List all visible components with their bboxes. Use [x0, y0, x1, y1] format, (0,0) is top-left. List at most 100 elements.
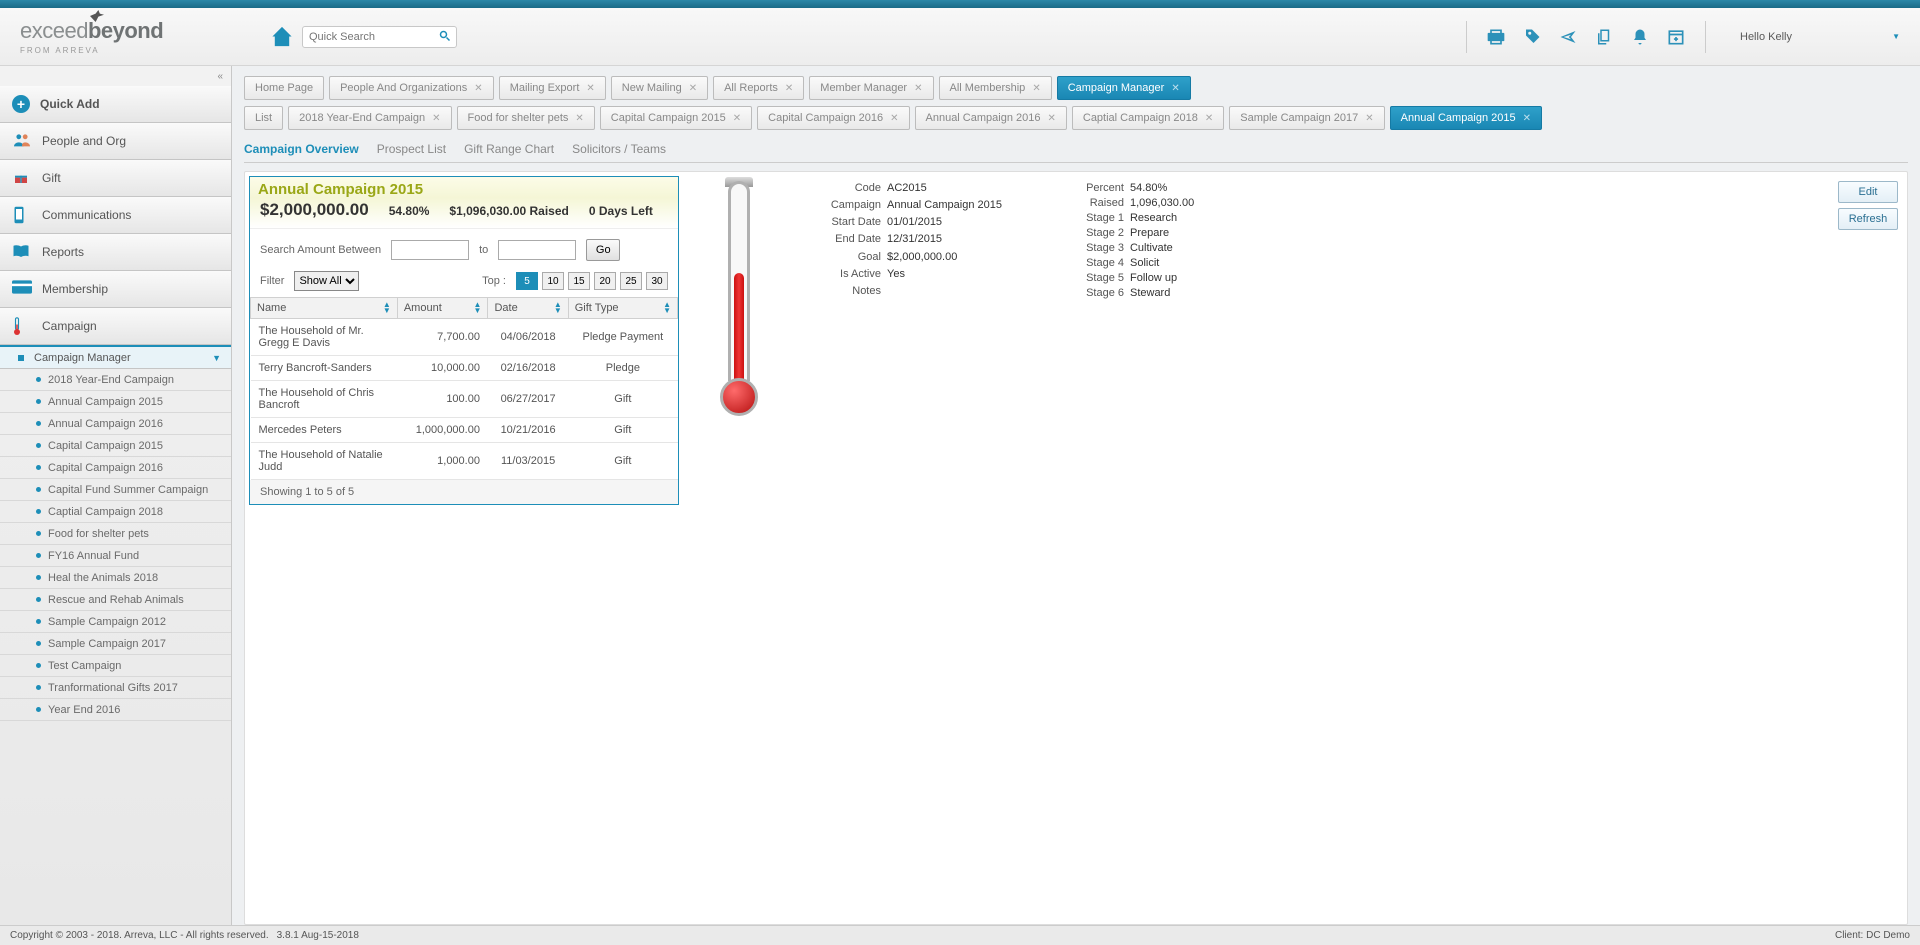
tab[interactable]: Home Page	[244, 76, 324, 100]
tab[interactable]: All Membership✕	[939, 76, 1052, 100]
tab[interactable]: List	[244, 106, 283, 130]
user-menu[interactable]: Hello Kelly ▼	[1740, 31, 1900, 43]
amount-from-input[interactable]	[391, 240, 469, 260]
edit-button[interactable]: Edit	[1838, 181, 1898, 203]
nav-people-org[interactable]: People and Org	[0, 123, 231, 160]
sidebar-subnav-item[interactable]: Sample Campaign 2017	[0, 633, 231, 655]
top-count-button[interactable]: 10	[542, 272, 564, 290]
close-icon[interactable]: ✕	[785, 83, 793, 94]
close-icon[interactable]: ✕	[586, 83, 594, 94]
close-icon[interactable]: ✕	[1047, 113, 1055, 124]
top-count-button[interactable]: 15	[568, 272, 590, 290]
collapse-sidebar-icon[interactable]: «	[0, 66, 231, 86]
column-header[interactable]: Name▲▼	[251, 298, 398, 319]
search-icon[interactable]	[439, 30, 451, 42]
amount-to-input[interactable]	[498, 240, 576, 260]
sidebar-subnav-item[interactable]: Tranformational Gifts 2017	[0, 677, 231, 699]
nav-gift[interactable]: Gift	[0, 160, 231, 197]
table-row[interactable]: The Household of Mr. Gregg E Davis7,700.…	[251, 319, 678, 356]
tab[interactable]: Member Manager✕	[809, 76, 933, 100]
nav-membership[interactable]: Membership	[0, 271, 231, 308]
tab[interactable]: Captial Campaign 2018✕	[1072, 106, 1224, 130]
inner-tab[interactable]: Solicitors / Teams	[572, 142, 666, 158]
refresh-button[interactable]: Refresh	[1838, 208, 1898, 230]
detail-key: End Date	[799, 233, 881, 247]
tab[interactable]: 2018 Year-End Campaign✕	[288, 106, 451, 130]
tab[interactable]: Mailing Export✕	[499, 76, 606, 100]
tab[interactable]: Food for shelter pets✕	[457, 106, 595, 130]
sidebar-subnav-item[interactable]: Capital Campaign 2015	[0, 435, 231, 457]
sidebar-subnav-item[interactable]: Rescue and Rehab Animals	[0, 589, 231, 611]
table-row[interactable]: Mercedes Peters1,000,000.0010/21/2016Gif…	[251, 418, 678, 443]
close-icon[interactable]: ✕	[575, 113, 583, 124]
close-icon[interactable]: ✕	[689, 83, 697, 94]
close-icon[interactable]: ✕	[474, 83, 482, 94]
close-icon[interactable]: ✕	[890, 113, 898, 124]
close-icon[interactable]: ✕	[1171, 83, 1179, 94]
sidebar-subnav-item[interactable]: Sample Campaign 2012	[0, 611, 231, 633]
sidebar-subnav-item[interactable]: Annual Campaign 2015	[0, 391, 231, 413]
filter-select[interactable]: Show All	[294, 271, 359, 291]
tab[interactable]: Annual Campaign 2016✕	[915, 106, 1067, 130]
tab[interactable]: Sample Campaign 2017✕	[1229, 106, 1384, 130]
tab[interactable]: Capital Campaign 2015✕	[600, 106, 752, 130]
tab[interactable]: Capital Campaign 2016✕	[757, 106, 909, 130]
detail-value: Annual Campaign 2015	[887, 199, 1002, 213]
inner-tab[interactable]: Gift Range Chart	[464, 142, 554, 158]
nav-campaign[interactable]: Campaign	[0, 308, 231, 345]
tag-icon[interactable]	[1517, 23, 1547, 51]
sidebar-subnav-item[interactable]: Year End 2016	[0, 699, 231, 721]
sidebar-subnav-item[interactable]: Captial Campaign 2018	[0, 501, 231, 523]
inner-tabs: Campaign Overview Prospect List Gift Range…	[244, 136, 1908, 163]
nav-quick-add[interactable]: + Quick Add	[0, 86, 231, 123]
detail-key: Stage 6	[1042, 287, 1124, 299]
sidebar-subnav-item[interactable]: Capital Fund Summer Campaign	[0, 479, 231, 501]
inner-tab[interactable]: Campaign Overview	[244, 142, 359, 158]
sidebar-subnav-item[interactable]: Annual Campaign 2016	[0, 413, 231, 435]
sidebar-subnav-item[interactable]: FY16 Annual Fund	[0, 545, 231, 567]
tab[interactable]: People And Organizations✕	[329, 76, 494, 100]
inner-tab[interactable]: Prospect List	[377, 142, 446, 158]
column-header[interactable]: Gift Type▲▼	[568, 298, 677, 319]
close-icon[interactable]: ✕	[1032, 83, 1040, 94]
nav-reports[interactable]: Reports	[0, 234, 231, 271]
column-header[interactable]: Date▲▼	[488, 298, 568, 319]
table-row[interactable]: The Household of Chris Bancroft100.0006/…	[251, 381, 678, 418]
tab[interactable]: New Mailing✕	[611, 76, 708, 100]
copy-icon[interactable]	[1589, 23, 1619, 51]
top-count-button[interactable]: 25	[620, 272, 642, 290]
logo[interactable]: exceedbeyond FROM ARREVA	[0, 18, 225, 55]
close-icon[interactable]: ✕	[1205, 113, 1213, 124]
sidebar-subnav-item[interactable]: Test Campaign	[0, 655, 231, 677]
close-icon[interactable]: ✕	[733, 113, 741, 124]
column-header[interactable]: Amount▲▼	[397, 298, 488, 319]
quick-search-input[interactable]	[302, 26, 457, 48]
top-count-button[interactable]: 30	[646, 272, 668, 290]
go-button[interactable]: Go	[586, 239, 620, 261]
close-icon[interactable]: ✕	[432, 113, 440, 124]
home-icon[interactable]	[270, 25, 294, 49]
close-icon[interactable]: ✕	[1365, 113, 1373, 124]
add-calendar-icon[interactable]	[1661, 23, 1691, 51]
top-accent-bar	[0, 0, 1920, 8]
close-icon[interactable]: ✕	[1523, 113, 1531, 124]
top-count-button[interactable]: 5	[516, 272, 538, 290]
tab[interactable]: Campaign Manager✕	[1057, 76, 1191, 100]
print-icon[interactable]	[1481, 23, 1511, 51]
sidebar-subnav-item[interactable]: 2018 Year-End Campaign	[0, 369, 231, 391]
sidebar-subnav-item[interactable]: Food for shelter pets	[0, 523, 231, 545]
tab[interactable]: All Reports✕	[713, 76, 804, 100]
version: 3.8.1 Aug-15-2018	[277, 930, 359, 941]
table-row[interactable]: Terry Bancroft-Sanders10,000.0002/16/201…	[251, 356, 678, 381]
send-icon[interactable]	[1553, 23, 1583, 51]
bell-icon[interactable]	[1625, 23, 1655, 51]
table-row[interactable]: The Household of Natalie Judd1,000.0011/…	[251, 443, 678, 480]
sidebar-subnav-item[interactable]: Heal the Animals 2018	[0, 567, 231, 589]
tab[interactable]: Annual Campaign 2015✕	[1390, 106, 1542, 130]
nav-communications[interactable]: Communications	[0, 197, 231, 234]
subnav-campaign-manager[interactable]: Campaign Manager ▼	[0, 345, 231, 369]
sidebar-subnav-item[interactable]: Capital Campaign 2016	[0, 457, 231, 479]
close-icon[interactable]: ✕	[914, 83, 922, 94]
top-count-button[interactable]: 20	[594, 272, 616, 290]
detail-value: 1,096,030.00	[1130, 197, 1194, 209]
